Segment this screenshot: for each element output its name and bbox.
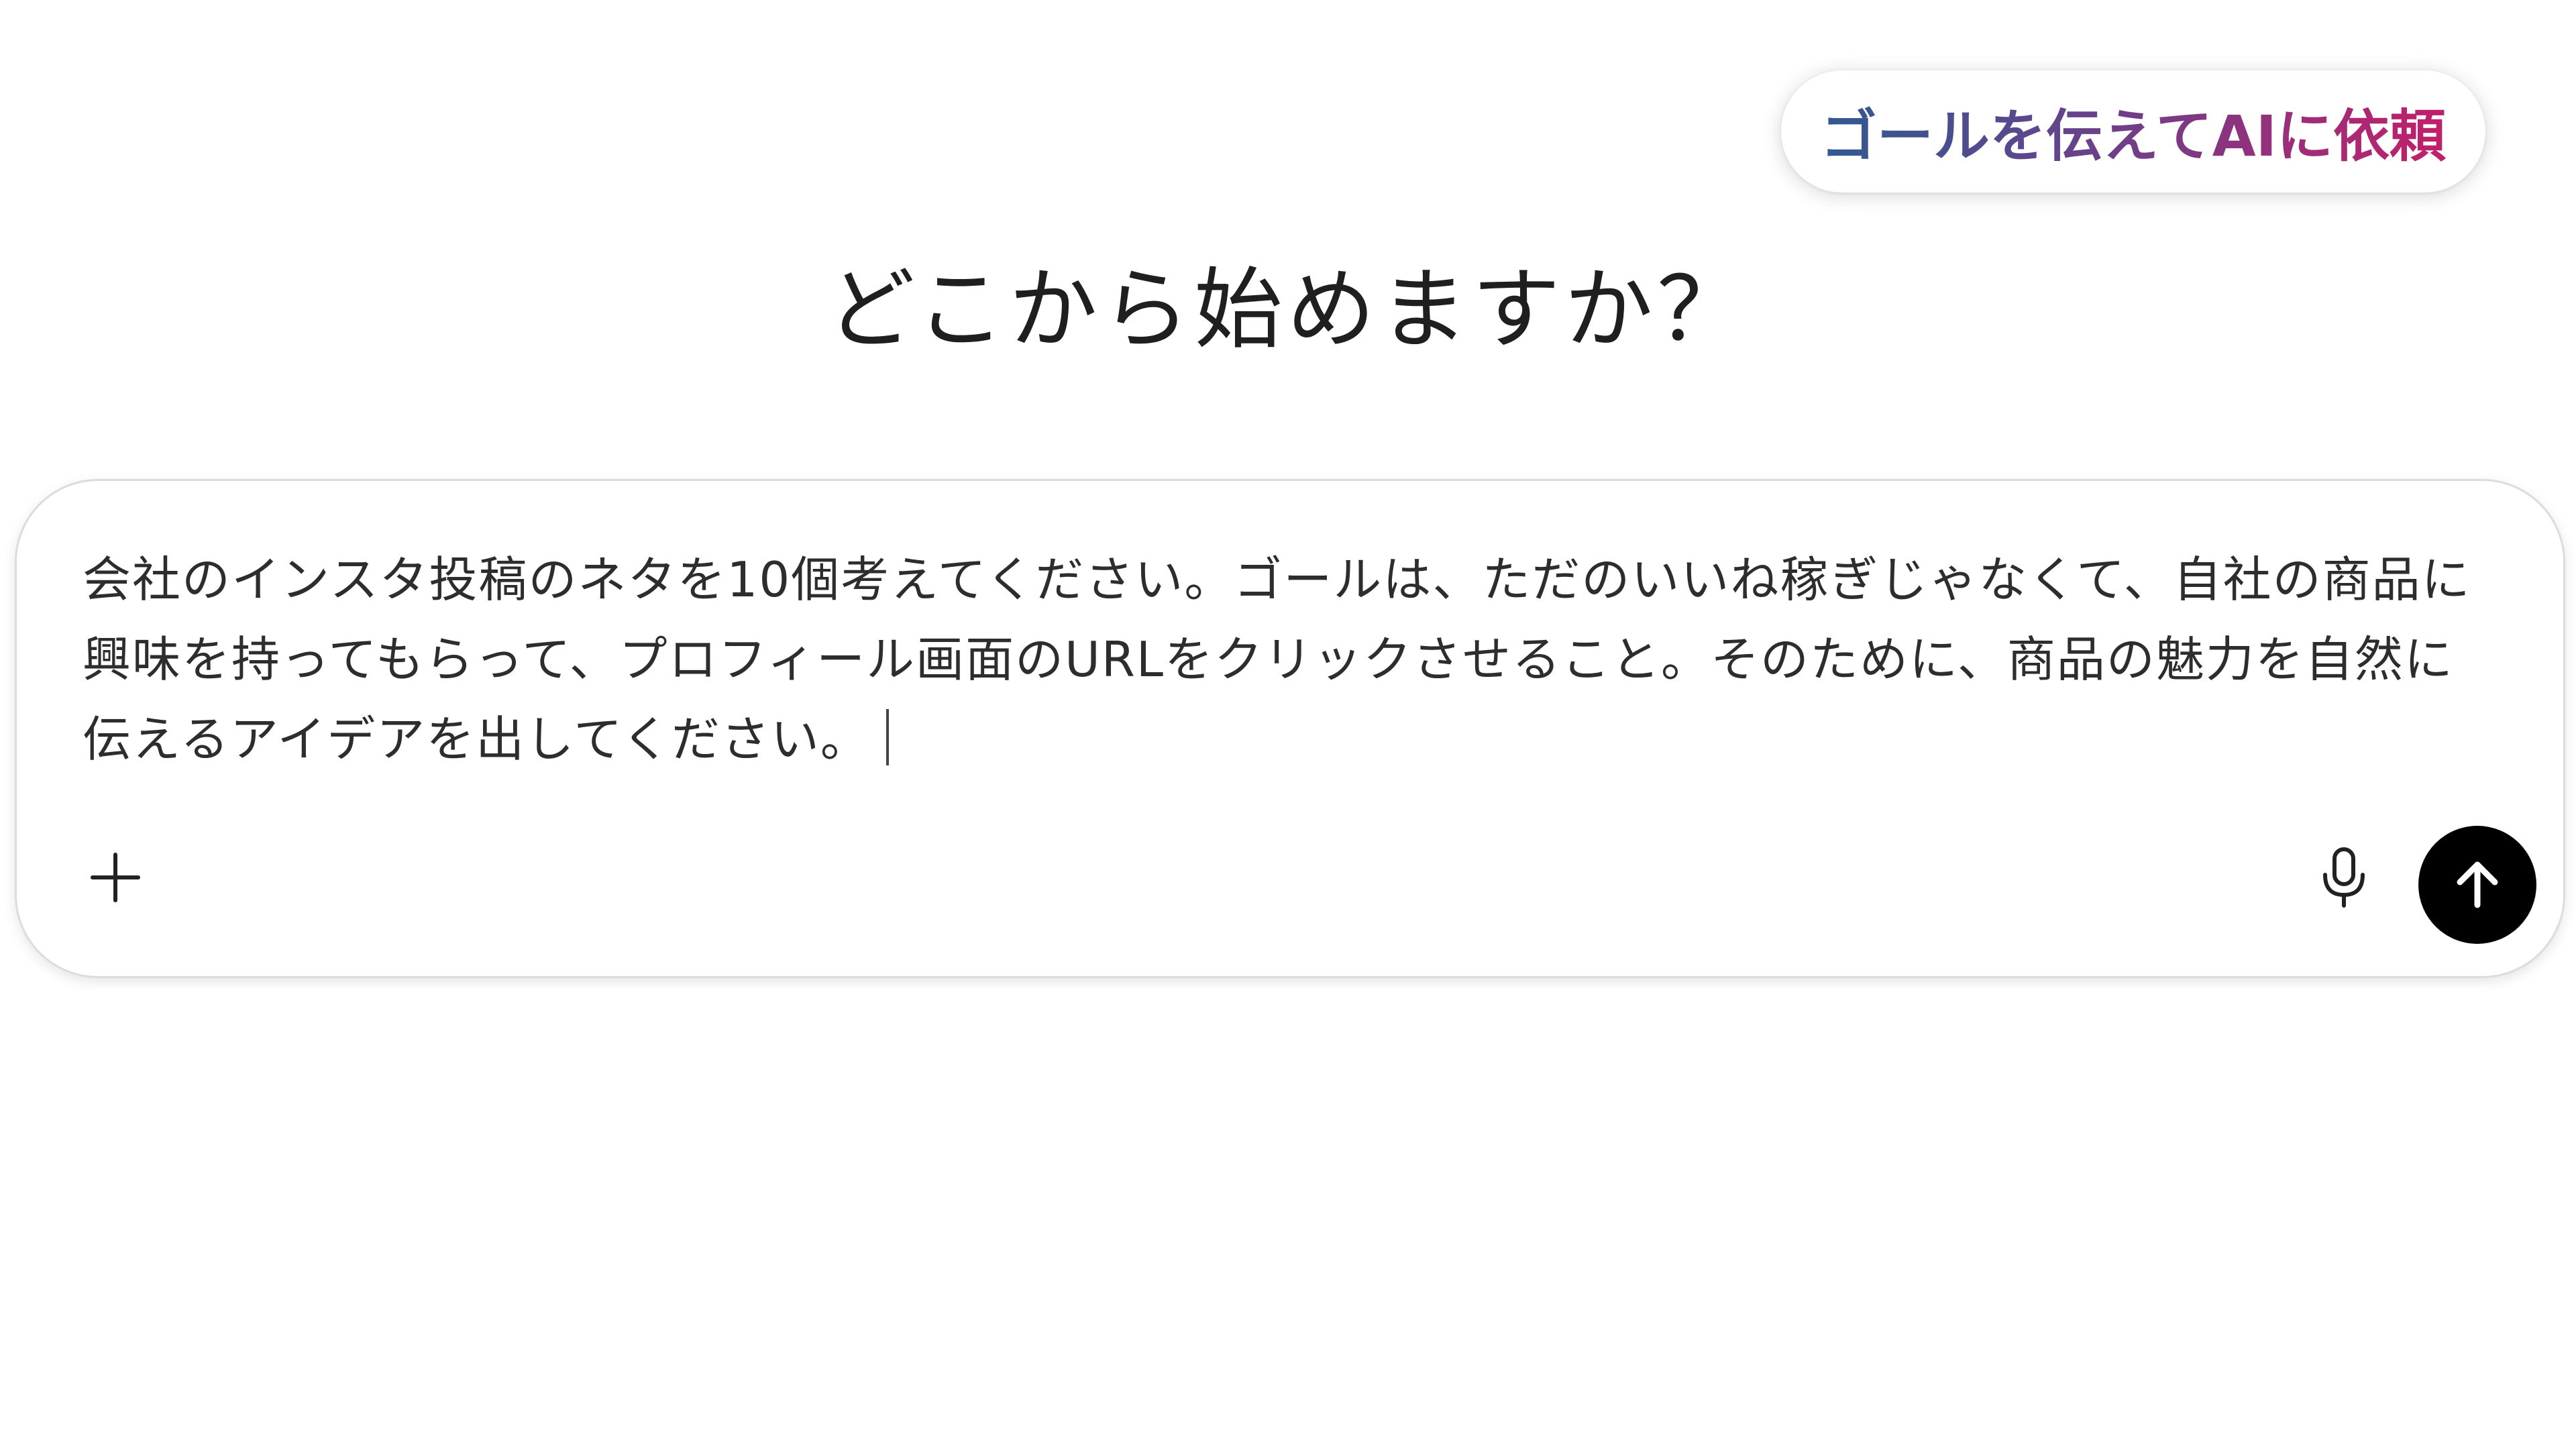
prompt-composer[interactable]: 会社のインスタ投稿のネタを10個考えてください。ゴールは、ただのいいね稼ぎじゃな… [15,479,2565,978]
attach-button[interactable] [78,841,152,914]
page: ゴールを伝えてAIに依頼 どこから始めますか？ 会社のインスタ投稿のネタを10個… [0,0,2576,1449]
microphone-icon [2323,847,2365,908]
arrow-up-icon [2457,861,2498,908]
page-heading: どこから始めますか？ [826,258,1750,362]
prompt-text: 会社のインスタ投稿のネタを10個考えてください。ゴールは、ただのいいね稼ぎじゃな… [83,551,2471,767]
caption-badge-label: ゴールを伝えてAIに依頼 [1821,91,2446,172]
prompt-input[interactable]: 会社のインスタ投稿のネタを10個考えてください。ゴールは、ただのいいね稼ぎじゃな… [83,540,2498,780]
voice-input-button[interactable] [2307,841,2381,914]
plus-icon [91,853,140,902]
caption-badge: ゴールを伝えてAIに依頼 [1781,70,2485,193]
send-button[interactable] [2418,826,2536,944]
text-caret [885,709,889,765]
